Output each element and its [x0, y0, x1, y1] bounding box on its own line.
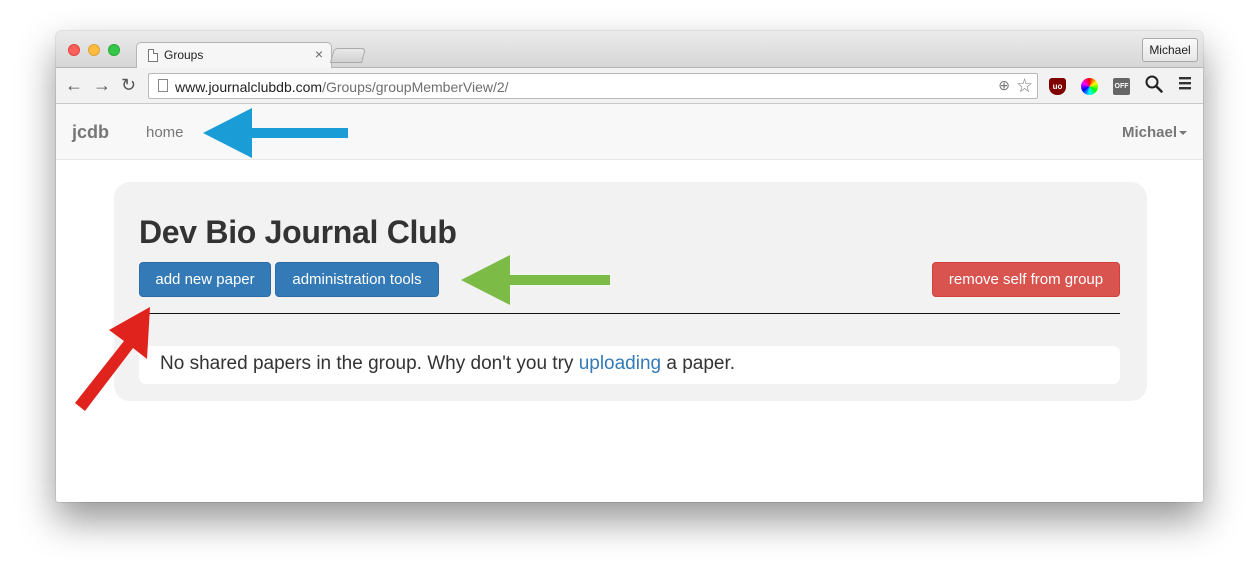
green-arrow-icon [461, 255, 610, 305]
annotation-arrows [75, 108, 610, 411]
red-arrow-icon [75, 307, 150, 411]
blue-arrow-icon [203, 108, 348, 158]
